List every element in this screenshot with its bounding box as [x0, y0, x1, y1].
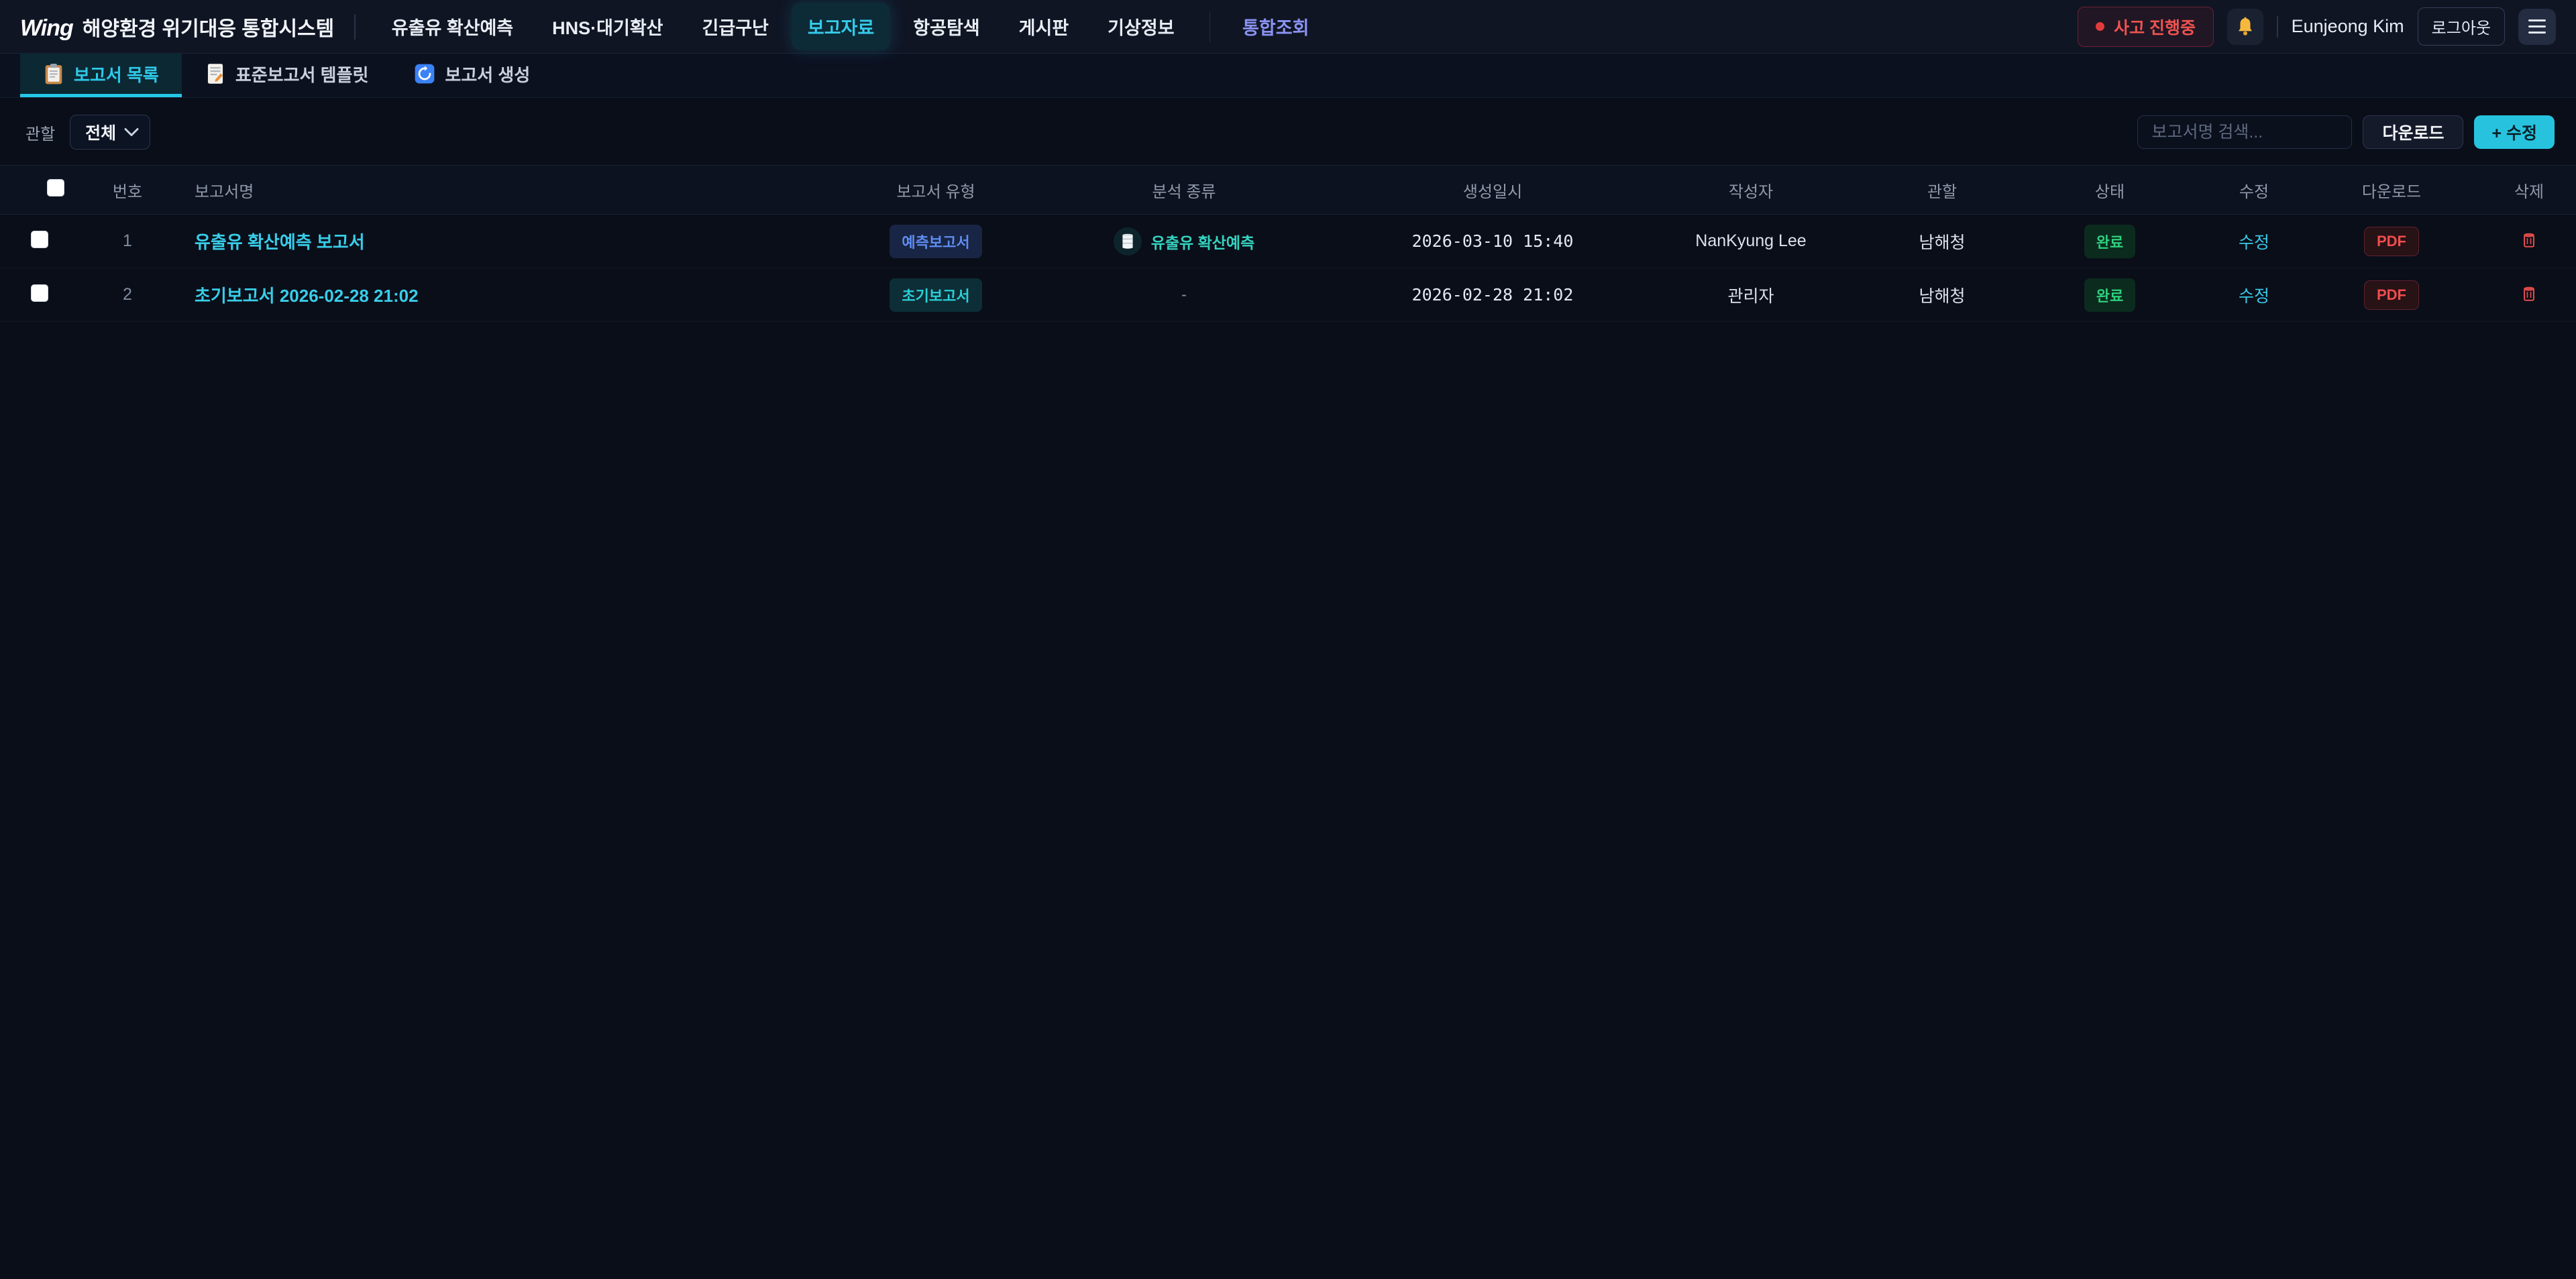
select-all-checkbox[interactable] — [47, 179, 64, 197]
edit-create-button[interactable]: + 수정 — [2474, 115, 2555, 149]
jurisdiction-select[interactable]: 전체 — [70, 115, 150, 150]
user-divider — [2277, 16, 2278, 38]
col-header-jurisdiction: 관할 — [1872, 178, 2012, 202]
notifications-button[interactable] — [2227, 9, 2263, 45]
brand: Wing 해양환경 위기대응 통합시스템 — [20, 12, 334, 42]
app-title: 해양환경 위기대응 통합시스템 — [83, 12, 334, 42]
col-header-delete: 삭제 — [2482, 178, 2576, 202]
col-header-no: 번호 — [80, 178, 174, 202]
trash-icon — [2523, 231, 2535, 247]
col-header-author: 작성자 — [1630, 178, 1872, 202]
table-header-row: 번호 보고서명 보고서 유형 분석 종류 생성일시 작성자 관할 상태 수정 다… — [0, 165, 2576, 215]
analysis-type: 유출유 확산예측 — [1114, 227, 1255, 256]
logout-button[interactable]: 로그아웃 — [2418, 7, 2505, 46]
tab-create-report[interactable]: 보고서 생성 — [391, 54, 553, 97]
jurisdiction: 남해청 — [1872, 229, 2012, 254]
delete-button[interactable] — [2523, 285, 2535, 301]
hamburger-icon — [2528, 19, 2546, 21]
report-table: 번호 보고서명 보고서 유형 분석 종류 생성일시 작성자 관할 상태 수정 다… — [0, 165, 2576, 322]
nav-item-weather-info[interactable]: 기상정보 — [1091, 3, 1190, 50]
row-checkbox[interactable] — [31, 284, 48, 302]
top-bar: Wing 해양환경 위기대응 통합시스템 유출유 확산예측 HNS·대기확산 긴… — [0, 0, 2576, 54]
tab-report-list-label: 보고서 목록 — [74, 62, 159, 87]
chevron-down-icon — [124, 127, 139, 137]
col-header-name: 보고서명 — [174, 178, 859, 202]
incident-dot-icon — [2096, 22, 2104, 31]
jurisdiction-select-value: 전체 — [85, 120, 116, 144]
top-bar-right: 사고 진행중 Eunjeong Kim 로그아웃 — [2078, 7, 2556, 47]
author: NanKyung Lee — [1630, 231, 1872, 251]
nav-separator — [1210, 11, 1211, 42]
bell-icon — [2236, 17, 2255, 37]
refresh-icon — [414, 63, 435, 85]
tab-bar: 보고서 목록 표준보고서 템플릿 보고서 생성 — [0, 54, 2576, 98]
nav-item-emergency-rescue[interactable]: 긴급구난 — [686, 3, 785, 50]
tab-create-report-label: 보고서 생성 — [445, 62, 530, 87]
filter-row: 관할 전체 다운로드 + 수정 — [0, 98, 2576, 150]
trash-icon — [2523, 285, 2535, 301]
col-header-created: 생성일시 — [1355, 178, 1630, 202]
table-row: 1 유출유 확산예측 보고서 예측보고서 유출유 확산예측 2026-03-10… — [0, 215, 2576, 268]
analysis-type-label: 유출유 확산예측 — [1151, 230, 1255, 253]
row-number: 1 — [80, 231, 174, 251]
created-datetime: 2026-03-10 15:40 — [1355, 231, 1630, 251]
nav-item-aerial-search[interactable]: 항공탐색 — [897, 3, 996, 50]
pdf-download-button[interactable]: PDF — [2364, 227, 2419, 256]
filter-actions: 다운로드 + 수정 — [2137, 115, 2555, 149]
col-header-type: 보고서 유형 — [859, 178, 1013, 202]
jurisdiction-filter-label: 관할 — [25, 121, 55, 144]
created-datetime: 2026-02-28 21:02 — [1355, 285, 1630, 304]
col-header-status: 상태 — [2012, 178, 2207, 202]
clipboard-icon — [43, 63, 64, 85]
status-badge: 완료 — [2084, 225, 2135, 258]
nav-item-integrated-search[interactable]: 통합조회 — [1226, 3, 1325, 50]
app-logo: Wing — [20, 15, 73, 42]
report-name-link[interactable]: 유출유 확산예측 보고서 — [195, 232, 365, 252]
memo-icon — [205, 63, 226, 85]
tab-standard-template-label: 표준보고서 템플릿 — [235, 62, 369, 87]
row-number: 2 — [80, 285, 174, 304]
main-nav: 유출유 확산예측 HNS·대기확산 긴급구난 보고자료 항공탐색 게시판 기상정… — [376, 3, 1326, 50]
author: 관리자 — [1630, 283, 1872, 307]
nav-item-reports[interactable]: 보고자료 — [792, 3, 890, 50]
incident-status-badge: 사고 진행중 — [2078, 7, 2214, 47]
incident-badge-label: 사고 진행중 — [2114, 15, 2196, 39]
report-type-badge: 초기보고서 — [890, 278, 981, 312]
edit-link[interactable]: 수정 — [2239, 287, 2269, 306]
nav-item-hns-air-diffusion[interactable]: HNS·대기확산 — [536, 3, 679, 50]
jurisdiction: 남해청 — [1872, 283, 2012, 307]
analysis-type-label: - — [1181, 286, 1187, 303]
nav-item-board[interactable]: 게시판 — [1003, 3, 1085, 50]
brand-divider — [354, 14, 356, 40]
hamburger-menu-button[interactable] — [2518, 9, 2556, 45]
download-button[interactable]: 다운로드 — [2363, 115, 2463, 149]
nav-item-oil-spill-prediction[interactable]: 유출유 확산예측 — [376, 3, 529, 50]
col-header-analysis: 분석 종류 — [1013, 178, 1355, 202]
table-row: 2 초기보고서 2026-02-28 21:02 초기보고서 - 2026-02… — [0, 268, 2576, 322]
col-header-edit: 수정 — [2207, 178, 2301, 202]
delete-button[interactable] — [2523, 231, 2535, 247]
report-name-link[interactable]: 초기보고서 2026-02-28 21:02 — [195, 286, 419, 306]
report-type-badge: 예측보고서 — [890, 225, 981, 258]
user-name: Eunjeong Kim — [2292, 16, 2404, 37]
tab-report-list[interactable]: 보고서 목록 — [20, 54, 182, 97]
col-header-download: 다운로드 — [2301, 178, 2482, 202]
edit-link[interactable]: 수정 — [2239, 233, 2269, 252]
status-badge: 완료 — [2084, 278, 2135, 312]
tab-standard-template[interactable]: 표준보고서 템플릿 — [182, 54, 392, 97]
report-search-input[interactable] — [2137, 115, 2352, 149]
pdf-download-button[interactable]: PDF — [2364, 280, 2419, 310]
row-checkbox[interactable] — [31, 231, 48, 248]
oil-drum-icon — [1114, 227, 1142, 256]
